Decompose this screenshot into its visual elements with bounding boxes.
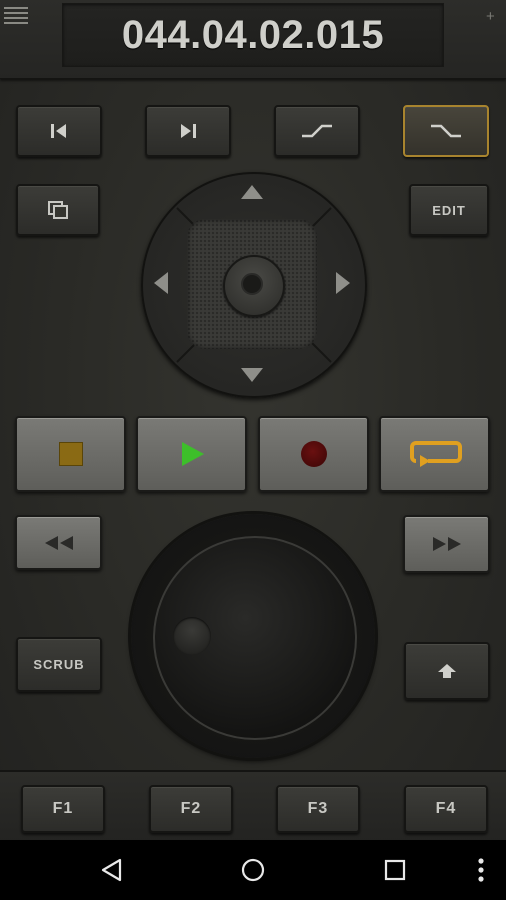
rewind-icon	[44, 535, 73, 550]
f3-label: F3	[307, 800, 329, 817]
dpad-ok-indicator	[241, 273, 263, 295]
fast-forward-button[interactable]	[403, 515, 490, 573]
f1-label: F1	[52, 800, 74, 817]
play-icon	[181, 442, 204, 466]
shift-button[interactable]	[404, 642, 490, 700]
record-icon	[300, 441, 327, 467]
fast-forward-icon	[432, 537, 461, 551]
plus-icon[interactable]: +	[486, 8, 495, 25]
top-bar: 044.04.02.015 +	[0, 0, 506, 79]
arrow-down-icon[interactable]	[240, 366, 264, 384]
app-screen: 044.04.02.015 + EDIT SCRUB F1 F2 F3 F4	[0, 0, 506, 842]
next-button[interactable]	[145, 105, 231, 157]
stop-button[interactable]	[15, 416, 126, 492]
f1-button[interactable]: F1	[21, 785, 105, 833]
stop-icon	[58, 442, 83, 466]
f2-label: F2	[180, 800, 202, 817]
mark-in-button[interactable]	[274, 105, 360, 157]
copy-button[interactable]	[16, 184, 100, 236]
previous-button[interactable]	[16, 105, 102, 157]
loop-icon	[409, 441, 462, 467]
hamburger-menu-icon[interactable]	[4, 7, 28, 25]
timecode-display: 044.04.02.015	[62, 3, 444, 67]
edit-button[interactable]: EDIT	[409, 184, 489, 236]
copy-icon	[48, 201, 68, 219]
edit-label: EDIT	[432, 202, 466, 218]
scrub-label: SCRUB	[33, 657, 85, 672]
android-nav-bar	[0, 840, 506, 900]
more-icon[interactable]	[476, 857, 486, 883]
jog-wheel-knob[interactable]	[173, 617, 211, 655]
f2-button[interactable]: F2	[149, 785, 233, 833]
back-icon[interactable]	[100, 858, 124, 882]
loop-button[interactable]	[379, 416, 490, 492]
skip-next-icon	[181, 124, 196, 138]
rewind-button[interactable]	[15, 515, 102, 570]
curve-out-icon	[431, 124, 461, 138]
f4-label: F4	[435, 800, 457, 817]
arrow-up-icon	[438, 664, 456, 678]
play-button[interactable]	[136, 416, 247, 492]
scrub-button[interactable]: SCRUB	[16, 637, 102, 692]
record-button[interactable]	[258, 416, 369, 492]
home-icon[interactable]	[240, 857, 266, 883]
arrow-left-icon[interactable]	[152, 271, 170, 295]
f4-button[interactable]: F4	[404, 785, 488, 833]
arrow-up-icon[interactable]	[240, 183, 264, 201]
curve-in-icon	[302, 124, 332, 138]
skip-previous-icon	[51, 124, 66, 138]
recents-icon[interactable]	[384, 859, 406, 881]
f3-button[interactable]: F3	[276, 785, 360, 833]
timecode-text: 044.04.02.015	[121, 13, 385, 57]
arrow-right-icon[interactable]	[334, 271, 352, 295]
mark-out-button[interactable]	[403, 105, 489, 157]
